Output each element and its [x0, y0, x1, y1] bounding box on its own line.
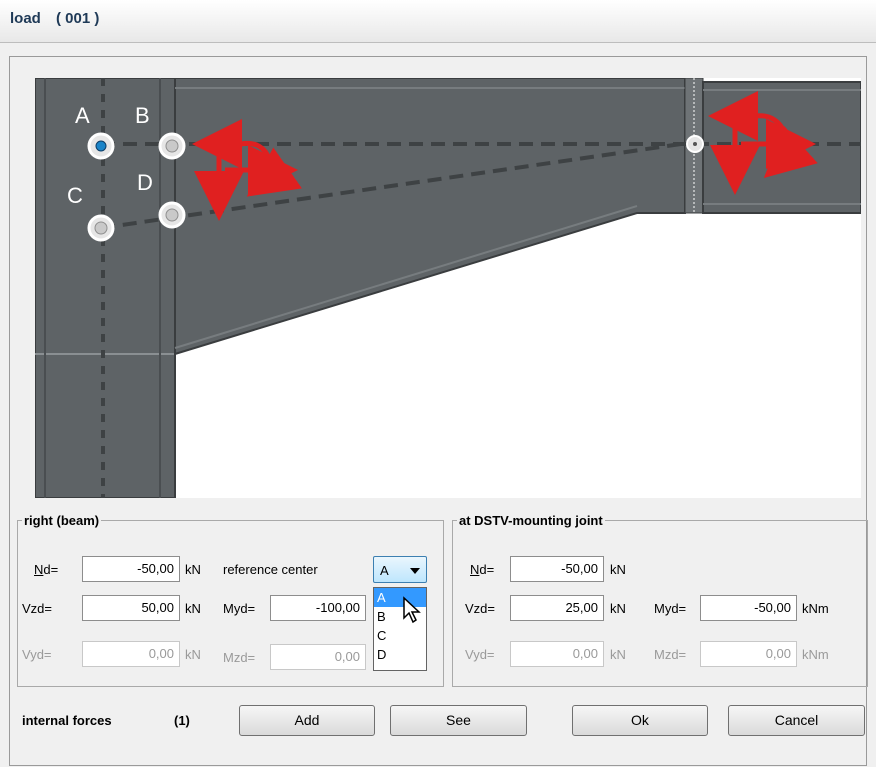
right-myd-field[interactable]: -100,00 — [270, 595, 366, 621]
right-nd-label-hotkey: N — [34, 562, 44, 577]
right-myd-label: Myd= — [223, 601, 256, 616]
joint-mzd-field: 0,00 — [700, 641, 797, 667]
joint-vzd-unit: kN — [610, 601, 626, 616]
dropdown-option-d[interactable]: D — [374, 645, 426, 664]
joint-vyd-field: 0,00 — [510, 641, 604, 667]
right-mzd-field: 0,00 — [270, 644, 366, 670]
cancel-button[interactable]: Cancel — [728, 705, 865, 736]
right-nd-unit: kN — [185, 562, 201, 577]
reference-center-label: reference center — [223, 562, 318, 577]
right-nd-field[interactable]: -50,00 — [82, 556, 180, 582]
point-label-b: B — [135, 103, 150, 128]
joint-myd-unit: kNm — [802, 601, 829, 616]
joint-vyd-unit: kN — [610, 647, 626, 662]
mouse-cursor-icon — [403, 596, 421, 624]
right-nd-label-text: d= — [43, 562, 59, 577]
joint-mzd-unit: kNm — [802, 647, 829, 662]
ok-button[interactable]: Ok — [572, 705, 708, 736]
right-vyd-unit: kN — [185, 647, 201, 662]
title-bar: load ( 001 ) — [0, 0, 876, 43]
right-vzd-field[interactable]: 50,00 — [82, 595, 180, 621]
joint-myd-field[interactable]: -50,00 — [700, 595, 797, 621]
chevron-down-icon[interactable] — [410, 568, 420, 574]
joint-myd-label: Myd= — [654, 601, 687, 616]
dstv-joint-legend: at DSTV-mounting joint — [459, 513, 603, 528]
add-button[interactable]: Add — [239, 705, 375, 736]
right-beam-legend: right (beam) — [24, 513, 100, 528]
joint-mzd-label: Mzd= — [654, 647, 687, 662]
right-nd-label: Nd= — [34, 562, 58, 577]
point-label-a: A — [75, 103, 90, 128]
right-mzd-label: Mzd= — [223, 650, 256, 665]
joint-nd-field[interactable]: -50,00 — [510, 556, 604, 582]
right-vyd-field: 0,00 — [82, 641, 180, 667]
internal-forces-label: internal forces — [22, 713, 112, 728]
point-label-d: D — [137, 170, 153, 195]
internal-forces-count: (1) — [174, 713, 190, 728]
right-vyd-label: Vyd= — [22, 647, 52, 662]
reference-center-select[interactable]: A — [373, 556, 427, 583]
see-button[interactable]: See — [390, 705, 527, 736]
dropdown-option-c[interactable]: C — [374, 626, 426, 645]
joint-vyd-label: Vyd= — [465, 647, 495, 662]
joint-nd-label-hotkey: N — [470, 562, 480, 577]
window-number: ( 001 ) — [56, 10, 100, 27]
point-label-c: C — [67, 183, 83, 208]
right-vzd-label: Vzd= — [22, 601, 52, 616]
reference-center-value: A — [380, 563, 389, 578]
window-title: load — [10, 10, 41, 27]
beam-drawing: A B C D — [35, 78, 861, 498]
right-beam-shape — [702, 81, 861, 214]
joint-nd-label-text: d= — [479, 562, 495, 577]
right-vzd-unit: kN — [185, 601, 201, 616]
joint-vzd-label: Vzd= — [465, 601, 495, 616]
joint-nd-unit: kN — [610, 562, 626, 577]
joint-vzd-field[interactable]: 25,00 — [510, 595, 604, 621]
joint-nd-label: Nd= — [470, 562, 494, 577]
